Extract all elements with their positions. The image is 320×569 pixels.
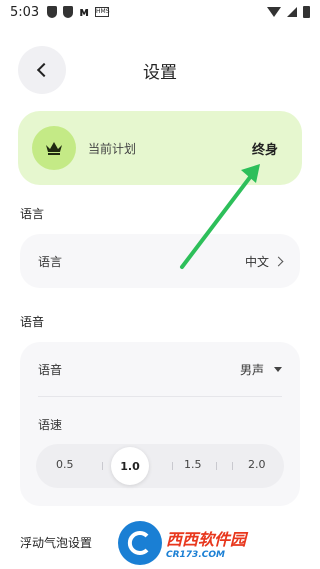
voice-row[interactable]: 语音 男声 xyxy=(38,361,282,378)
speed-slider[interactable]: 0.5 1.5 2.0 1.0 xyxy=(36,444,284,488)
plan-value: 终身 xyxy=(251,142,278,158)
m-icon: ᴍ xyxy=(79,5,90,19)
language-value-text: 中文 xyxy=(244,255,269,269)
caret-down-icon xyxy=(274,367,282,372)
language-card: 语言 中文 xyxy=(20,234,300,288)
status-right xyxy=(267,6,310,18)
voice-row-value: 男声 xyxy=(240,361,282,378)
speed-row: 语速 xyxy=(38,416,282,433)
page-title: 设置 xyxy=(143,63,177,83)
crown-icon xyxy=(46,142,62,155)
speed-tick xyxy=(216,462,217,470)
status-bar: 5:03 ᴍ HMS xyxy=(0,0,320,24)
plan-label: 当前计划 xyxy=(88,141,137,156)
floating-bubble-section-title: 浮动气泡设置 xyxy=(20,536,93,550)
watermark-logo-icon xyxy=(118,521,162,565)
speed-tick xyxy=(102,462,103,470)
wifi-icon xyxy=(267,7,281,17)
voice-card: 语音 男声 语速 0.5 1.5 2.0 1.0 xyxy=(20,342,300,506)
speed-slider-thumb[interactable]: 1.0 xyxy=(111,447,149,485)
voice-value-text: 男声 xyxy=(239,363,264,377)
status-time: 5:03 xyxy=(10,4,40,20)
divider xyxy=(38,396,282,397)
language-row-value: 中文 xyxy=(244,253,284,270)
sim-icon: HMS xyxy=(95,7,110,17)
watermark-text: 西西软件园 CR173.COM xyxy=(166,526,246,560)
chevron-right-icon xyxy=(273,256,284,267)
cr-logo-icon xyxy=(127,531,149,555)
watermark-sub: CR173.COM xyxy=(166,550,225,560)
crown-badge xyxy=(32,126,76,170)
shield-icon xyxy=(47,6,58,18)
speed-tick xyxy=(172,462,173,470)
language-row-label: 语言 xyxy=(38,255,63,269)
speed-tick xyxy=(232,462,233,470)
speed-tick-label[interactable]: 1.5 xyxy=(184,458,202,471)
speed-tick-label[interactable]: 2.0 xyxy=(248,458,266,471)
language-row[interactable]: 语言 中文 xyxy=(38,253,284,270)
battery-icon xyxy=(303,6,310,18)
voice-row-label: 语音 xyxy=(38,363,63,377)
signal-icon xyxy=(287,7,297,17)
watermark: 西西软件园 CR173.COM xyxy=(118,521,320,565)
current-plan-card[interactable]: 当前计划 终身 xyxy=(18,111,302,185)
voice-section-title: 语音 xyxy=(20,315,45,329)
header: 设置 xyxy=(0,44,320,96)
language-section-title: 语言 xyxy=(20,207,45,221)
shield-alert-icon xyxy=(63,6,74,18)
watermark-title: 西西软件园 xyxy=(166,530,247,549)
speed-tick-label[interactable]: 0.5 xyxy=(56,458,74,471)
speed-row-label: 语速 xyxy=(38,418,63,432)
